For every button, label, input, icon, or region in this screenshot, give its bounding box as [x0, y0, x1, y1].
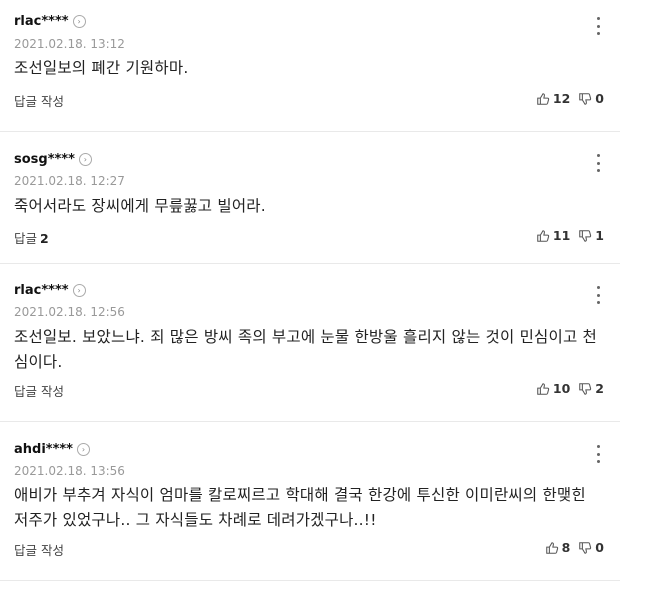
comment-text: 조선일보의 폐간 기원하마. [14, 59, 189, 77]
comment-date: 2021.02.18. 12:27 [14, 174, 125, 188]
comment-item: sosg**** › 2021.02.18. 12:27 죽어서라도 장씨에게 … [0, 132, 620, 264]
like-count: 11 [552, 228, 571, 243]
comment-item: rlac**** › 2021.02.18. 12:56 조선일보. 보았느냐.… [0, 264, 620, 422]
reply-button[interactable]: 답글 작성 [14, 381, 67, 400]
reply-button[interactable]: 답글 작성 [14, 540, 67, 559]
chevron-right-icon[interactable]: › [72, 284, 86, 297]
like-count: 10 [552, 381, 571, 396]
comment-text: 조선일보. 보았느냐. 죄 많은 방씨 족의 부고에 눈물 한방울 흘리지 않는… [14, 328, 598, 371]
thumbs-up-icon [537, 382, 550, 395]
thumbs-down-icon [579, 382, 592, 395]
reply-count: 2 [40, 231, 49, 246]
thumbs-down-icon [579, 92, 592, 105]
vote-group: 10 2 [536, 381, 604, 396]
dislike-count: 0 [595, 91, 604, 106]
comment-date: 2021.02.18. 12:56 [14, 305, 125, 319]
comment-date: 2021.02.18. 13:12 [14, 37, 125, 51]
vote-group: 11 1 [536, 228, 604, 243]
chevron-right-icon[interactable]: › [72, 15, 86, 28]
like-button[interactable]: 10 [536, 381, 570, 396]
dislike-count: 0 [595, 540, 604, 555]
author-name[interactable]: rlac**** [14, 14, 69, 29]
reply-label: 답글 작성 [14, 94, 64, 109]
comment-author[interactable]: sosg**** › [14, 152, 92, 167]
like-button[interactable]: 8 [545, 540, 571, 555]
dislike-count: 1 [595, 228, 604, 243]
vote-group: 12 0 [536, 91, 604, 106]
more-options-icon[interactable] [592, 17, 604, 35]
vote-group: 8 0 [545, 540, 604, 555]
more-options-icon[interactable] [592, 286, 604, 304]
more-options-icon[interactable] [592, 445, 604, 463]
reply-button[interactable]: 답글 작성 [14, 91, 67, 110]
reply-label: 답글 작성 [14, 384, 64, 399]
dislike-button[interactable]: 1 [578, 228, 604, 243]
thumbs-down-icon [579, 229, 592, 242]
author-name[interactable]: sosg**** [14, 152, 75, 167]
reply-label: 답글 작성 [14, 543, 64, 558]
chevron-right-icon[interactable]: › [78, 153, 92, 166]
comment-date: 2021.02.18. 13:56 [14, 464, 125, 478]
like-button[interactable]: 11 [536, 228, 570, 243]
comment-item: ahdi**** › 2021.02.18. 13:56 애비가 부추겨 자식이… [0, 422, 620, 581]
like-count: 12 [552, 91, 571, 106]
thumbs-up-icon [545, 541, 558, 554]
thumbs-up-icon [537, 92, 550, 105]
thumbs-down-icon [579, 541, 592, 554]
like-button[interactable]: 12 [536, 91, 570, 106]
reply-button[interactable]: 답글 2 [14, 228, 49, 247]
reply-label: 답글 [14, 231, 38, 246]
comment-author[interactable]: ahdi**** › [14, 442, 90, 457]
author-name[interactable]: rlac**** [14, 283, 69, 298]
like-count: 8 [561, 540, 571, 555]
comment-text: 애비가 부추겨 자식이 엄마를 칼로찌르고 학대해 결국 한강에 투신한 이미란… [14, 486, 586, 529]
chevron-right-icon[interactable]: › [76, 443, 90, 456]
dislike-button[interactable]: 2 [578, 381, 604, 396]
dislike-button[interactable]: 0 [578, 540, 604, 555]
comment-text: 죽어서라도 장씨에게 무릎꿇고 빌어라. [14, 197, 266, 215]
comment-author[interactable]: rlac**** › [14, 283, 86, 298]
dislike-count: 2 [595, 381, 604, 396]
comment-author[interactable]: rlac**** › [14, 14, 86, 29]
author-name[interactable]: ahdi**** [14, 442, 73, 457]
thumbs-up-icon [537, 229, 550, 242]
dislike-button[interactable]: 0 [578, 91, 604, 106]
comment-item: rlac**** › 2021.02.18. 13:12 조선일보의 폐간 기원… [0, 0, 620, 132]
more-options-icon[interactable] [592, 154, 604, 172]
